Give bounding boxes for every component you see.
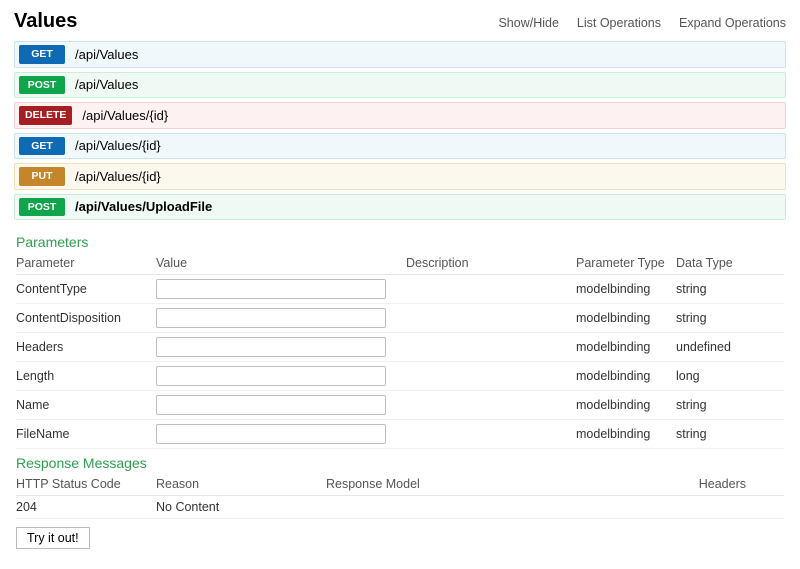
- param-input-contentdisposition[interactable]: [156, 308, 386, 328]
- col-description: Description: [406, 256, 576, 270]
- param-name: FileName: [16, 427, 156, 441]
- param-input-contenttype[interactable]: [156, 279, 386, 299]
- try-it-out-button[interactable]: Try it out!: [16, 527, 90, 549]
- param-name: Name: [16, 398, 156, 412]
- param-name: Length: [16, 369, 156, 383]
- param-ptype: modelbinding: [576, 369, 676, 383]
- param-dtype: long: [676, 369, 756, 383]
- operation-path[interactable]: /api/Values/{id}: [75, 138, 161, 153]
- parameter-row: Name modelbinding string: [16, 391, 784, 420]
- method-badge: GET: [19, 45, 65, 64]
- operation-row-expanded[interactable]: POST /api/Values/UploadFile: [14, 194, 786, 221]
- header: Values Show/Hide List Operations Expand …: [14, 10, 786, 33]
- param-ptype: modelbinding: [576, 427, 676, 441]
- method-badge: POST: [19, 198, 65, 217]
- resp-code: 204: [16, 500, 156, 514]
- parameter-row: ContentType modelbinding string: [16, 275, 784, 304]
- param-input-length[interactable]: [156, 366, 386, 386]
- param-ptype: modelbinding: [576, 311, 676, 325]
- operation-row[interactable]: POST /api/Values: [14, 72, 786, 99]
- operation-path[interactable]: /api/Values/UploadFile: [75, 199, 212, 214]
- page-title[interactable]: Values: [14, 10, 77, 33]
- param-dtype: string: [676, 398, 756, 412]
- operation-path[interactable]: /api/Values: [75, 47, 138, 62]
- parameter-row: Length modelbinding long: [16, 362, 784, 391]
- param-ptype: modelbinding: [576, 282, 676, 296]
- col-reason: Reason: [156, 477, 326, 491]
- col-resp-headers: Headers: [666, 477, 746, 491]
- param-dtype: undefined: [676, 340, 756, 354]
- parameters-header-row: Parameter Value Description Parameter Ty…: [16, 252, 784, 275]
- operation-row[interactable]: PUT /api/Values/{id}: [14, 163, 786, 190]
- operation-row[interactable]: DELETE /api/Values/{id}: [14, 102, 786, 129]
- param-name: ContentType: [16, 282, 156, 296]
- param-ptype: modelbinding: [576, 398, 676, 412]
- parameter-row: Headers modelbinding undefined: [16, 333, 784, 362]
- param-dtype: string: [676, 282, 756, 296]
- param-name: ContentDisposition: [16, 311, 156, 325]
- parameters-title: Parameters: [16, 234, 784, 250]
- parameter-row: FileName modelbinding string: [16, 420, 784, 449]
- param-name: Headers: [16, 340, 156, 354]
- response-row: 204 No Content: [16, 496, 784, 519]
- responses-title: Response Messages: [16, 455, 784, 471]
- col-parameter-type: Parameter Type: [576, 256, 676, 270]
- link-expand-operations[interactable]: Expand Operations: [679, 16, 786, 30]
- method-badge: DELETE: [19, 106, 72, 125]
- parameter-row: ContentDisposition modelbinding string: [16, 304, 784, 333]
- operation-row[interactable]: GET /api/Values: [14, 41, 786, 68]
- responses-header-row: HTTP Status Code Reason Response Model H…: [16, 473, 784, 496]
- operation-detail: Parameters Parameter Value Description P…: [14, 224, 786, 559]
- col-status-code: HTTP Status Code: [16, 477, 156, 491]
- col-model: Response Model: [326, 477, 666, 491]
- param-input-headers[interactable]: [156, 337, 386, 357]
- param-ptype: modelbinding: [576, 340, 676, 354]
- param-input-name[interactable]: [156, 395, 386, 415]
- header-links: Show/Hide List Operations Expand Operati…: [498, 16, 786, 30]
- operation-path[interactable]: /api/Values/{id}: [75, 169, 161, 184]
- param-dtype: string: [676, 427, 756, 441]
- operation-path[interactable]: /api/Values/{id}: [82, 108, 168, 123]
- resp-reason: No Content: [156, 500, 326, 514]
- method-badge: GET: [19, 137, 65, 156]
- link-show-hide[interactable]: Show/Hide: [498, 16, 558, 30]
- operation-row[interactable]: GET /api/Values/{id}: [14, 133, 786, 160]
- col-parameter: Parameter: [16, 256, 156, 270]
- col-data-type: Data Type: [676, 256, 756, 270]
- method-badge: POST: [19, 76, 65, 95]
- col-value: Value: [156, 256, 406, 270]
- param-dtype: string: [676, 311, 756, 325]
- operation-path[interactable]: /api/Values: [75, 77, 138, 92]
- param-input-filename[interactable]: [156, 424, 386, 444]
- method-badge: PUT: [19, 167, 65, 186]
- link-list-operations[interactable]: List Operations: [577, 16, 661, 30]
